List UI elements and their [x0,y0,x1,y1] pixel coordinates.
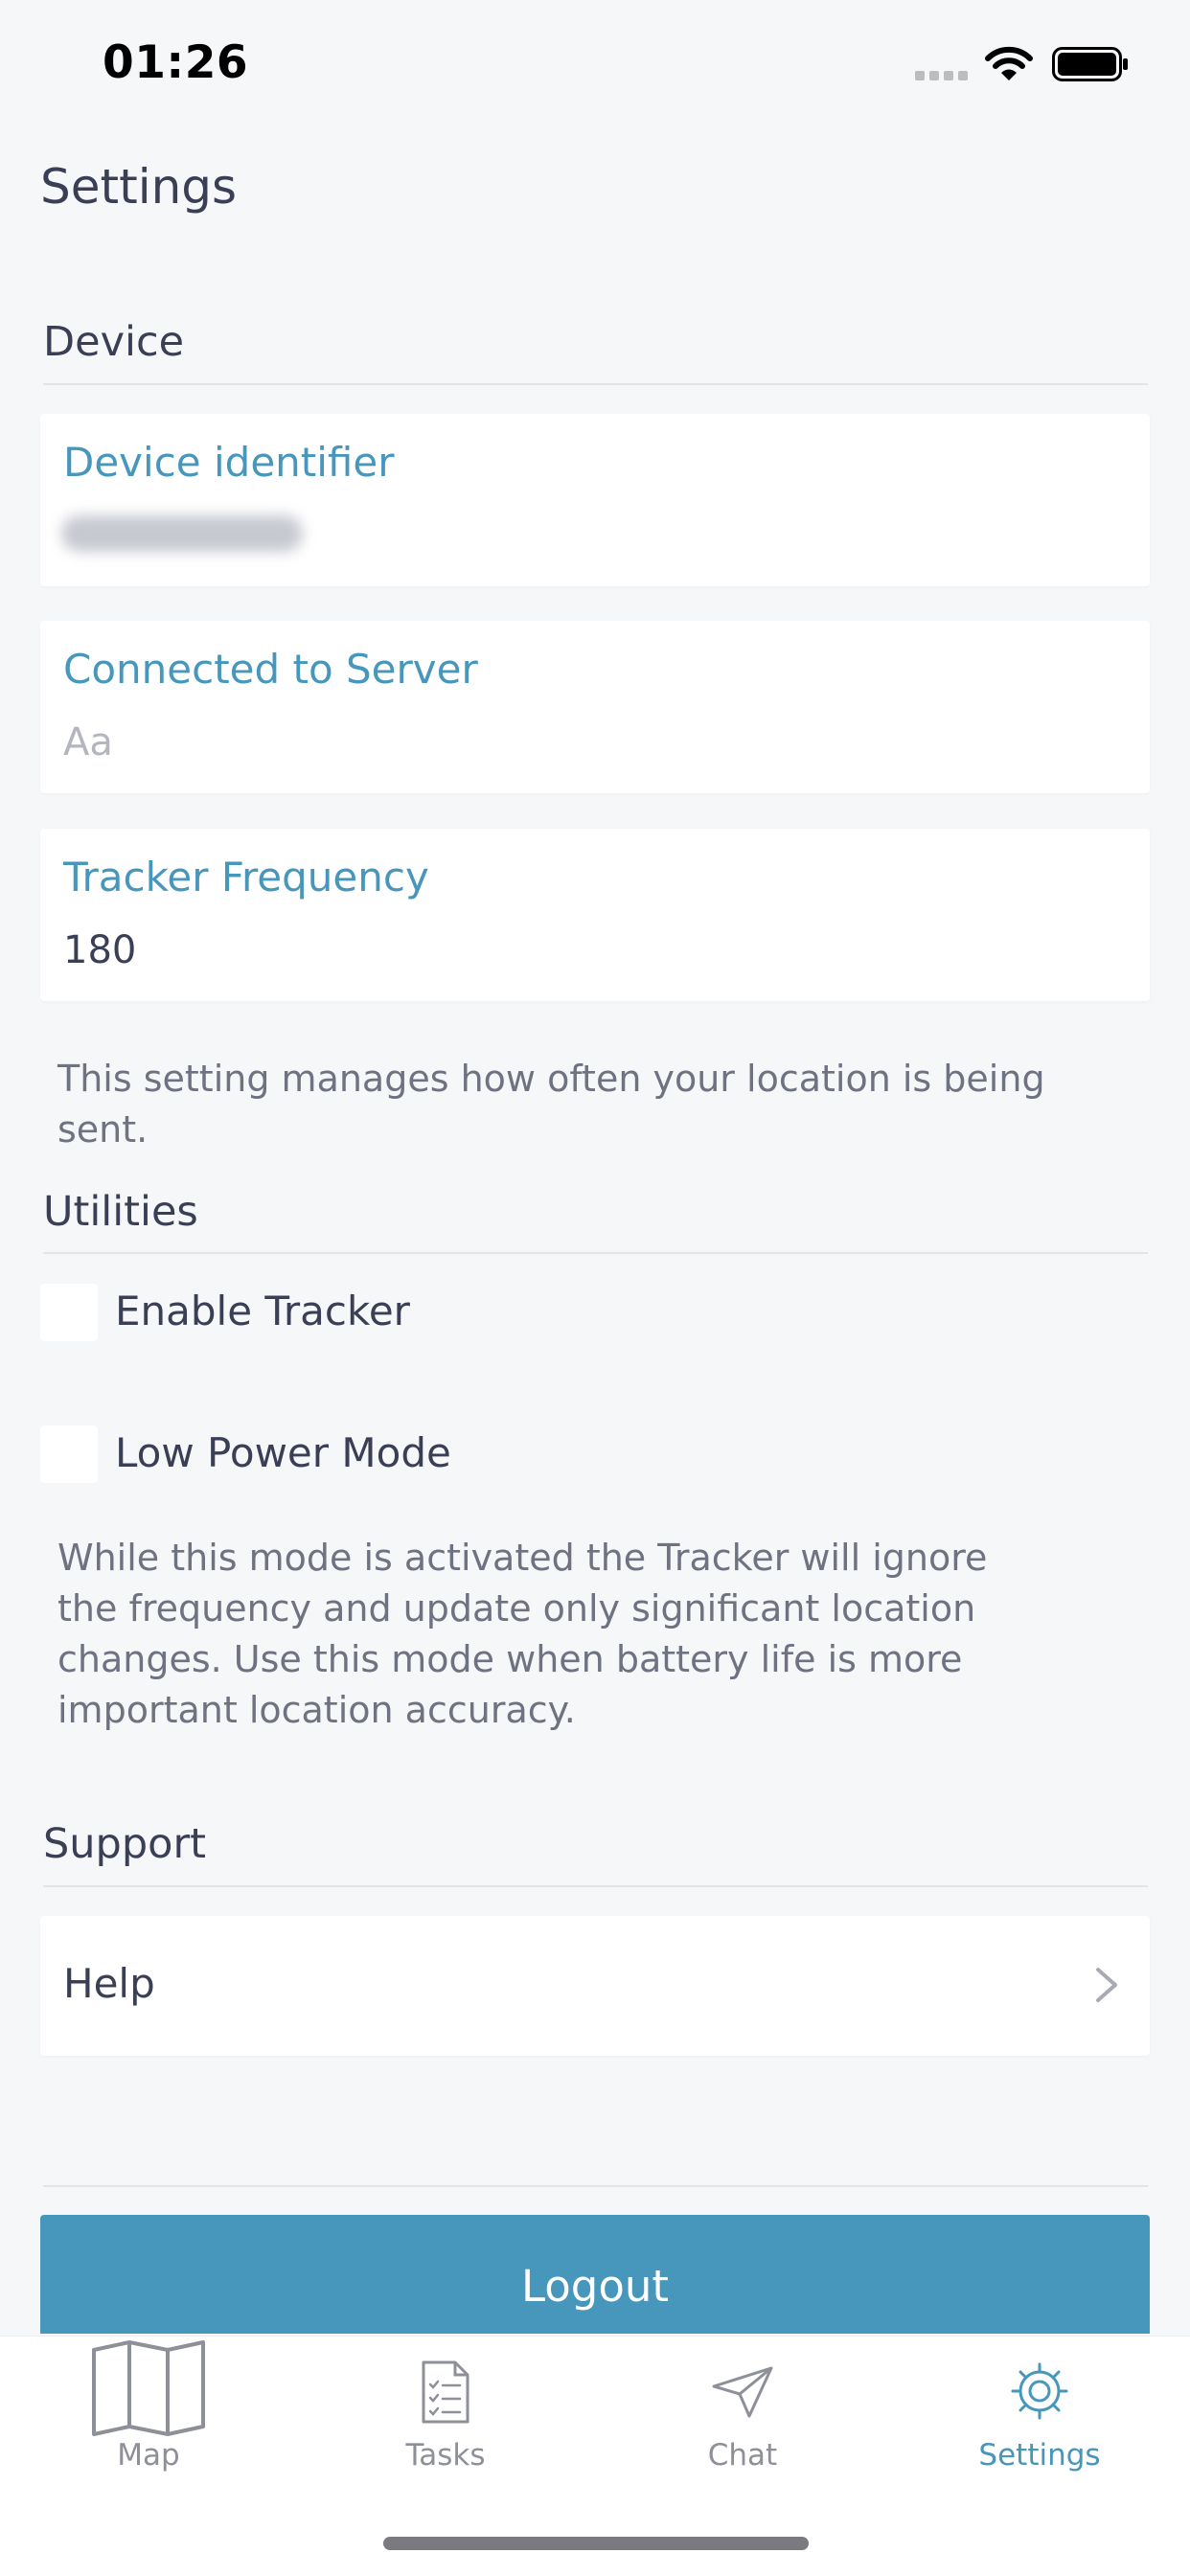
enable-tracker-checkbox[interactable] [40,1284,98,1341]
tab-map-label: Map [117,2438,180,2473]
tab-settings[interactable]: Settings [891,2337,1188,2480]
frequency-note: This setting manages how often your loca… [57,1058,1045,1151]
section-title-support: Support [43,1820,206,1868]
status-time: 01:26 [103,36,249,89]
home-indicator [383,2537,809,2550]
tracker-frequency-label: Tracker Frequency [63,854,429,900]
low-power-mode-label[interactable]: Low Power Mode [115,1429,451,1476]
section-divider [43,2185,1148,2187]
section-divider [43,1885,1148,1887]
map-icon [92,2340,205,2436]
device-identifier-value-redacted [61,515,303,552]
tasks-icon [422,2360,469,2424]
section-title-utilities: Utilities [43,1188,198,1236]
tab-tasks-label: Tasks [405,2438,486,2473]
gear-icon [1011,2362,1068,2420]
tab-tasks[interactable]: Tasks [297,2337,594,2480]
section-divider [43,383,1148,385]
low-power-mode-checkbox[interactable] [40,1425,98,1483]
server-input[interactable]: Aa [63,720,113,764]
enable-tracker-label[interactable]: Enable Tracker [115,1288,410,1334]
tab-map[interactable]: Map [0,2337,297,2480]
wifi-icon [985,46,1033,80]
server-card[interactable]: Connected to Server Aa [40,621,1150,793]
tracker-frequency-card[interactable]: Tracker Frequency 180 [40,829,1150,1001]
help-label: Help [63,1960,155,2007]
tracker-frequency-input[interactable]: 180 [63,928,136,972]
chevron-right-icon [1096,1968,1117,2002]
section-divider [43,1252,1148,1254]
low-power-note: While this mode is activated the Tracker… [57,1537,988,1731]
page-title: Settings [40,159,238,215]
device-identifier-card: Device identifier [40,414,1150,586]
help-row[interactable]: Help [40,1916,1150,2056]
tab-settings-label: Settings [978,2438,1101,2473]
device-identifier-label: Device identifier [63,439,395,486]
cellular-signal-icon [915,71,969,80]
section-title-device: Device [43,318,185,366]
server-label: Connected to Server [63,646,478,693]
battery-icon [1052,47,1128,81]
paper-plane-icon [712,2366,773,2418]
tab-chat[interactable]: Chat [594,2337,891,2480]
logout-button[interactable]: Logout [40,2215,1150,2334]
tab-chat-label: Chat [707,2438,778,2473]
